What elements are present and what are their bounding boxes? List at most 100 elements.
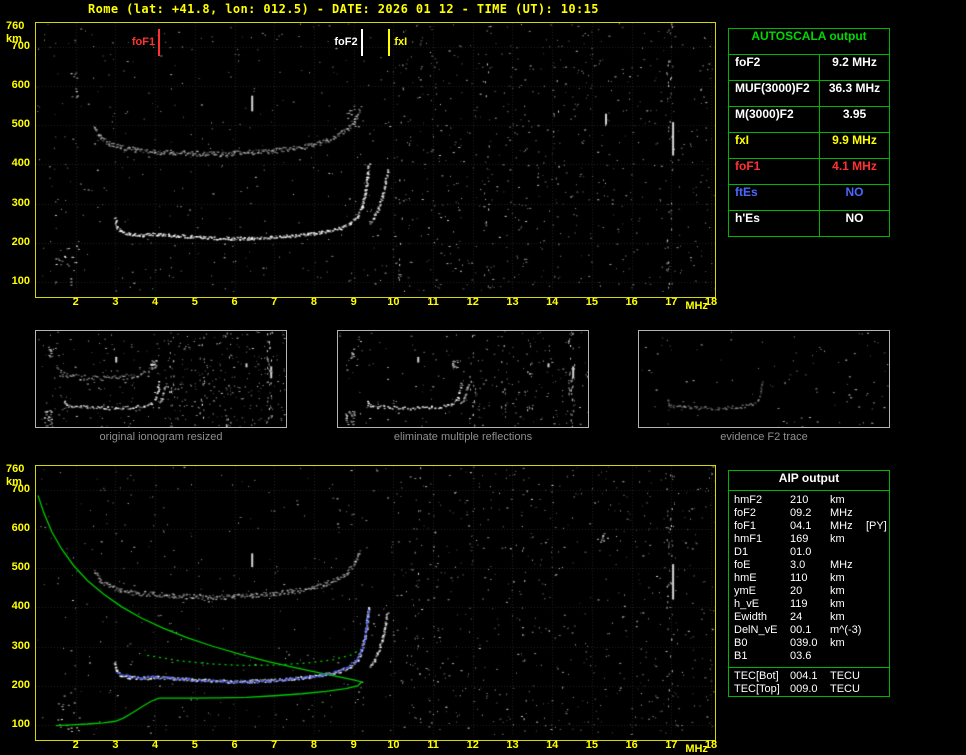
- aip-row-value: 3.0: [790, 559, 806, 571]
- aip-row-value: 00.1: [790, 624, 812, 636]
- aip-row: foF1 04.1 MHz [PY]: [729, 520, 889, 533]
- aip-row: DelN_vE 00.1 m^(-3): [729, 624, 889, 637]
- y-tick-label: 100: [11, 275, 30, 288]
- autoscala-row-value: 4.1 MHz: [832, 159, 877, 173]
- x-tick-label: 13: [506, 739, 519, 751]
- aip-row-unit: km: [830, 585, 845, 597]
- aip-row-value: 01.0: [790, 546, 812, 558]
- autoscala-row: M(3000)F2 3.95: [729, 107, 889, 133]
- aip-row-label: foE: [734, 559, 751, 571]
- autoscala-row: fxI 9.9 MHz: [729, 133, 889, 159]
- aip-row-label: B0: [734, 637, 748, 649]
- y-tick-label: 200: [11, 235, 30, 248]
- thumbnail-original-canvas: [36, 331, 286, 427]
- marker-line-fxI: [388, 29, 391, 56]
- aip-row-label: Ewidth: [734, 611, 768, 623]
- x-tick-label: 15: [585, 296, 599, 308]
- x-axis-unit-label: MHz: [685, 300, 708, 312]
- y-tick-label: 600: [11, 78, 30, 91]
- x-tick-label: 12: [466, 296, 479, 308]
- aip-row-unit: km: [830, 494, 845, 506]
- aip-row-extra: [866, 546, 889, 559]
- y-tick-label: 700: [11, 39, 30, 52]
- x-tick-label: 10: [387, 296, 400, 308]
- aip-row-value: 039.0: [790, 637, 818, 649]
- aip-row: Ewidth 24 km: [729, 611, 889, 624]
- autoscala-row-value: NO: [845, 211, 864, 225]
- y-tick-label: 400: [11, 157, 30, 170]
- x-tick-label: 17: [665, 739, 678, 751]
- aip-tec-row-label: TEC[Top]: [734, 683, 780, 695]
- aip-tec-row-value: 004.1: [790, 670, 818, 682]
- y-tick-label: 500: [11, 118, 30, 131]
- bottom-ionogram-plot: [35, 465, 716, 741]
- aip-row-unit: m^(-3): [830, 624, 862, 636]
- aip-row-value: 09.2: [790, 507, 812, 519]
- aip-tec-row-label: TEC[Bot]: [734, 670, 779, 682]
- marker-line-foF1: [158, 29, 161, 56]
- aip-row-value: 119: [790, 598, 808, 610]
- aip-row-value: 03.6: [790, 650, 812, 662]
- aip-row-label: hmE: [734, 572, 757, 584]
- aip-row-label: DelN_vE: [734, 624, 778, 636]
- aip-row-unit: km: [830, 598, 845, 610]
- marker-label-fxI: fxI: [394, 36, 408, 48]
- thumbnail-caption: original ionogram resized: [99, 431, 223, 443]
- aip-row: foE 3.0 MHz: [729, 559, 889, 572]
- top-ionogram-plot: [35, 22, 716, 298]
- aip-row-extra: [PY]: [866, 520, 887, 532]
- aip-row-label: ymE: [734, 585, 756, 597]
- aip-row-value: 169: [790, 533, 809, 545]
- thumbnail-caption: eliminate multiple reflections: [393, 431, 533, 443]
- y-tick-label: 400: [11, 600, 30, 613]
- aip-tec-row: TEC[Top] 009.0 TECU: [729, 683, 889, 696]
- marker-label-foF1: foF1: [131, 36, 156, 48]
- aip-row: B1 03.6: [729, 650, 889, 663]
- y-axis-max-label: 760: [6, 20, 25, 32]
- aip-row-label: hmF2: [734, 494, 763, 506]
- x-tick-label: 7: [271, 296, 278, 308]
- aip-row-label: B1: [734, 650, 748, 662]
- aip-row-extra: [866, 585, 889, 598]
- aip-row-unit: MHz: [830, 507, 853, 519]
- autoscala-row-value: NO: [845, 185, 864, 199]
- bottom-ionogram-canvas: [36, 466, 715, 735]
- aip-row-label: foF2: [734, 507, 757, 519]
- x-tick-label: 12: [466, 739, 479, 751]
- aip-row-extra: [866, 533, 889, 546]
- y-tick-label: 100: [11, 718, 30, 731]
- aip-row-unit: km: [830, 533, 845, 545]
- thumbnail-eliminate-canvas: [338, 331, 588, 427]
- aip-row: ymE 20 km: [729, 585, 889, 598]
- y-tick-label: 200: [11, 678, 30, 691]
- y-tick-label: 300: [11, 196, 30, 209]
- aip-row: hmE 110 km: [729, 572, 889, 585]
- aip-row-unit: MHz: [830, 520, 853, 532]
- aip-row-value: 24: [790, 611, 803, 623]
- aip-row-value: 20: [790, 585, 803, 597]
- marker-label-foF2: foF2: [334, 36, 358, 48]
- autoscala-row-value: 36.3 MHz: [828, 81, 881, 95]
- x-tick-label: 6: [231, 296, 238, 308]
- thumbnail-evidence-canvas: [639, 331, 889, 427]
- x-tick-label: 4: [152, 296, 159, 308]
- aip-row-extra: [866, 650, 889, 663]
- autoscala-row: MUF(3000)F2 36.3 MHz: [729, 81, 889, 107]
- autoscala-row-value: 9.9 MHz: [832, 133, 877, 147]
- x-tick-label: 13: [506, 296, 519, 308]
- aip-row: B0 039.0 km: [729, 637, 889, 650]
- aip-tec-rows: TEC[Bot] 004.1 TECU TEC[Top] 009.0 TECU: [729, 670, 889, 696]
- aip-tec-row-unit: TECU: [830, 670, 860, 682]
- autoscala-row: foF1 4.1 MHz: [729, 159, 889, 185]
- aip-row: hmF2 210 km: [729, 494, 889, 507]
- aip-row: foF2 09.2 MHz: [729, 507, 889, 520]
- aip-row-unit: km: [830, 611, 845, 623]
- y-tick-label: 500: [11, 561, 30, 574]
- top-ionogram-canvas: [36, 23, 715, 292]
- y-tick-label: 600: [11, 521, 30, 534]
- aip-row-extra: [866, 637, 889, 650]
- aip-row-extra: [866, 598, 889, 611]
- aip-row-value: 210: [790, 494, 809, 506]
- x-tick-label: 2: [72, 739, 79, 751]
- x-tick-label: 2: [72, 296, 79, 308]
